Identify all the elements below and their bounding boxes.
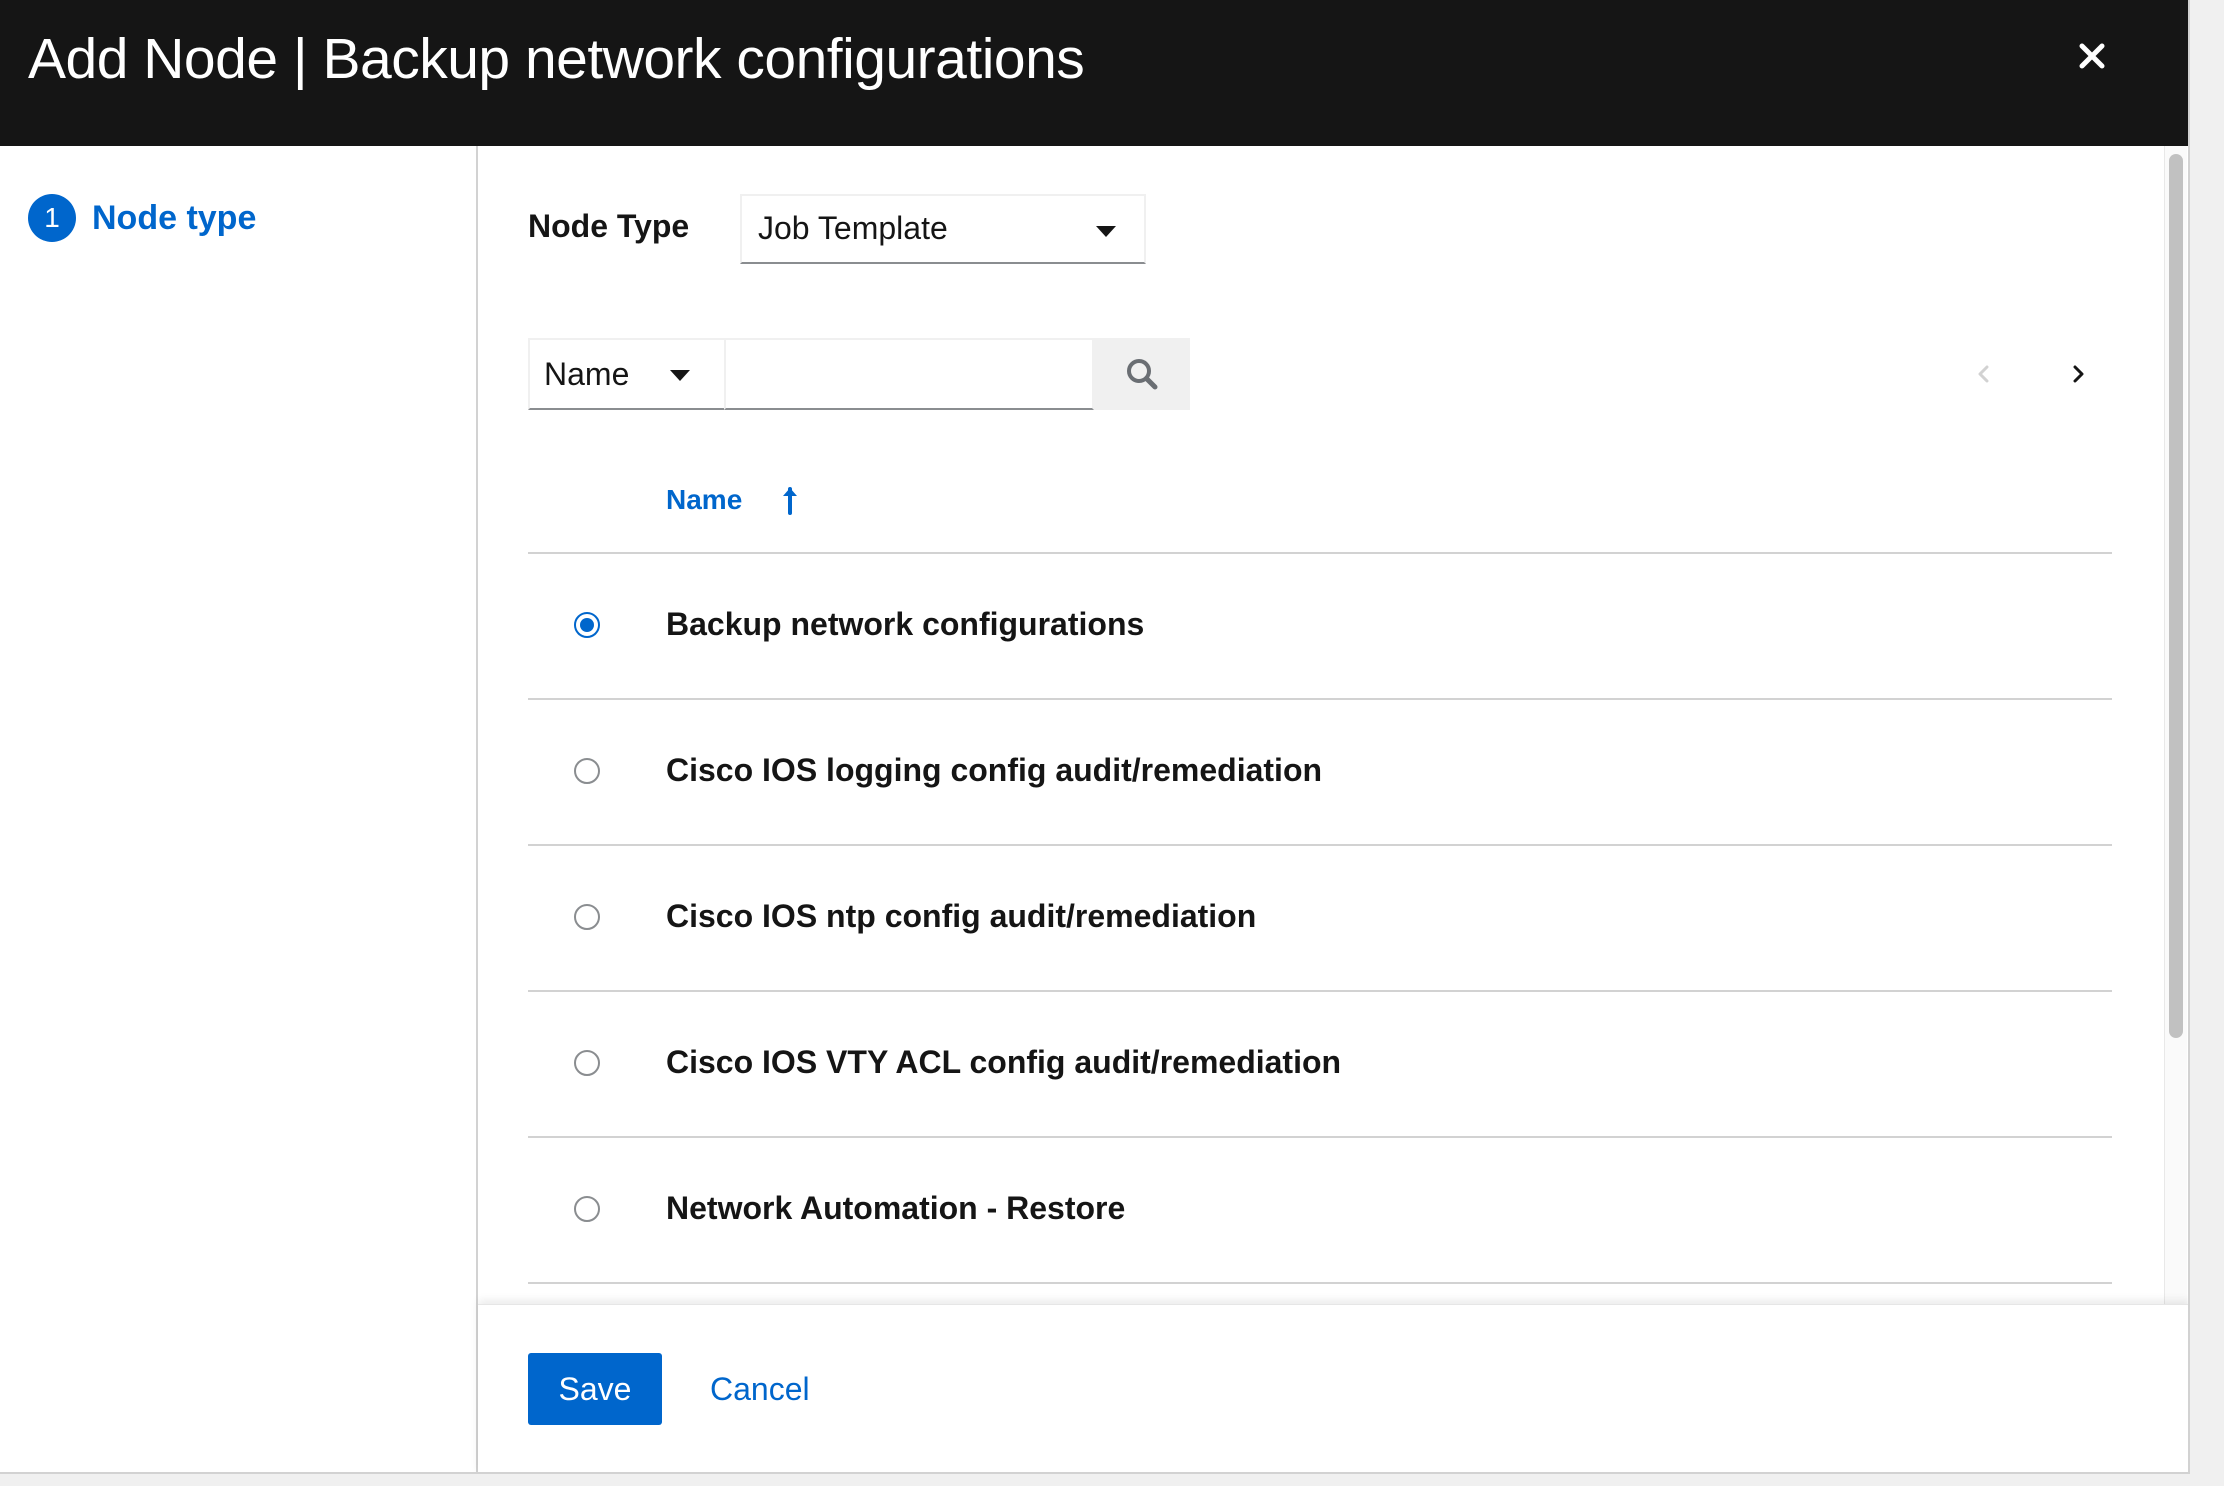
add-node-modal: Add Node | Backup network configurations… <box>0 0 2190 1474</box>
table-row[interactable]: Cisco IOS ntp config audit/remediation <box>528 846 2112 992</box>
search-input[interactable] <box>724 338 1094 410</box>
chevron-left-icon <box>1978 365 1989 383</box>
wizard-step-node-type[interactable]: 1 Node type <box>28 194 256 242</box>
table-row[interactable]: Cisco IOS logging config audit/remediati… <box>528 700 2112 846</box>
close-icon <box>2079 43 2105 69</box>
scrollbar-thumb[interactable] <box>2169 154 2183 1038</box>
node-type-select[interactable]: Job Template <box>740 194 1146 264</box>
modal-header: Add Node | Backup network configurations <box>0 0 2188 146</box>
close-button[interactable] <box>2060 24 2124 88</box>
search-button[interactable] <box>1094 338 1190 410</box>
wizard-nav: 1 Node type <box>0 146 478 1472</box>
row-name: Backup network configurations <box>666 606 1145 642</box>
row-radio[interactable] <box>574 1196 600 1222</box>
table-row[interactable]: Network Automation - Restore <box>528 1138 2112 1284</box>
column-header-name[interactable]: Name <box>666 484 800 516</box>
save-button[interactable]: Save <box>528 1353 662 1425</box>
caret-down-icon <box>670 370 690 381</box>
pagination-prev-button[interactable] <box>1962 352 2006 396</box>
modal-footer: Save Cancel <box>478 1304 2188 1472</box>
node-type-label: Node Type <box>528 208 690 244</box>
step-label: Node type <box>92 198 257 237</box>
modal-title: Add Node | Backup network configurations <box>28 27 1085 91</box>
chevron-right-icon <box>2073 365 2084 383</box>
filter-field-select[interactable]: Name <box>528 338 726 410</box>
sort-ascending-icon <box>783 487 798 515</box>
row-radio[interactable] <box>574 758 600 784</box>
pagination-next-button[interactable] <box>2056 352 2100 396</box>
table-row[interactable]: Cisco IOS VTY ACL config audit/remediati… <box>528 992 2112 1138</box>
table-header: Name <box>528 462 2112 554</box>
row-name: Cisco IOS VTY ACL config audit/remediati… <box>666 1044 1342 1080</box>
column-header-label: Name <box>666 484 743 515</box>
row-name: Network Automation - Restore <box>666 1190 1126 1226</box>
filter-field-value: Name <box>544 356 630 392</box>
caret-down-icon <box>1096 226 1116 237</box>
cancel-button[interactable]: Cancel <box>694 1353 826 1425</box>
scrollbar-track[interactable] <box>2164 146 2187 1304</box>
table-row[interactable]: Backup network configurations <box>528 554 2112 700</box>
row-radio[interactable] <box>574 612 600 638</box>
row-name: Cisco IOS ntp config audit/remediation <box>666 898 1257 934</box>
wizard-body: Node Type Job Template Name Name Backup … <box>478 146 2188 1304</box>
node-type-value: Job Template <box>758 210 948 246</box>
step-number-badge: 1 <box>28 194 76 242</box>
row-radio[interactable] <box>574 1050 600 1076</box>
row-name: Cisco IOS logging config audit/remediati… <box>666 752 1323 788</box>
row-radio[interactable] <box>574 904 600 930</box>
search-icon <box>1127 359 1158 390</box>
